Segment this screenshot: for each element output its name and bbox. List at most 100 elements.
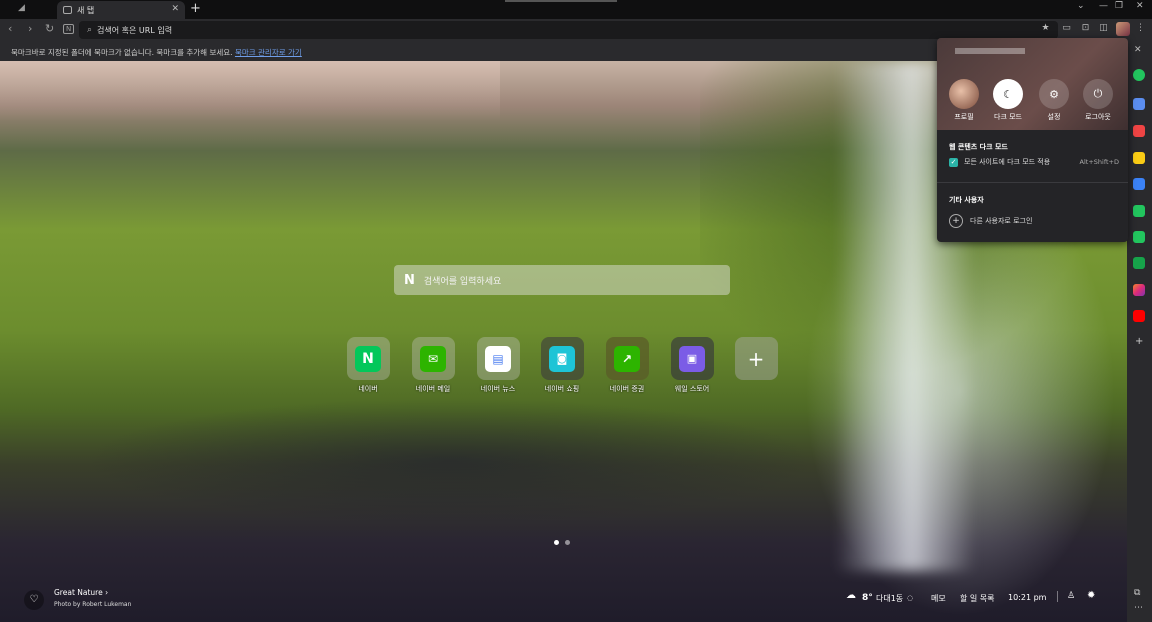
moon-icon: ☾ — [993, 79, 1023, 109]
profile-avatar-button[interactable] — [1116, 22, 1130, 36]
whale-logo-icon: ◢ — [18, 3, 25, 13]
popup-username — [951, 47, 1025, 55]
dark-mode-button[interactable]: ☾ 다크 모드 — [993, 79, 1023, 122]
dark-mode-all-sites-option[interactable]: ✓ 모든 사이트에 다크 모드 적용 Alt+Shift+D — [949, 157, 1119, 167]
back-icon[interactable]: ‹ — [8, 22, 12, 35]
split-view-icon[interactable]: ◫ — [1098, 23, 1109, 34]
login-other-user-option[interactable]: + 다른 사용자로 로그인 — [949, 214, 1032, 228]
plus-circle-icon: + — [949, 214, 963, 228]
shortcut-naver-mail[interactable]: ✉ 네이버 메일 — [401, 337, 465, 394]
forward-icon[interactable]: › — [28, 22, 32, 35]
heart-icon[interactable]: ♡ — [24, 590, 44, 610]
restore-icon[interactable]: ❐ — [1115, 1, 1123, 11]
close-window-icon[interactable]: ✕ — [1136, 1, 1144, 11]
profile-label: 프로필 — [954, 113, 974, 121]
search-box[interactable]: N 검색어를 입력하세요 — [394, 265, 730, 295]
profile-popup: 프로필 ☾ 다크 모드 ⚙ 설정 ⏻ 로그아웃 웹 콘텐츠 다크 모드 ✓ 모든… — [937, 38, 1128, 242]
dark-mode-shortcut: Alt+Shift+D — [1079, 158, 1119, 166]
new-tab-icon — [63, 6, 72, 14]
theme-bucket-icon[interactable]: ♙ — [1067, 591, 1075, 601]
reload-icon[interactable]: ↻ — [45, 22, 54, 35]
shopping-bag-icon: ◙ — [549, 345, 575, 372]
sidebar-app-icon[interactable] — [1133, 257, 1145, 269]
minimize-icon[interactable]: — — [1099, 1, 1108, 11]
settings-button[interactable]: ⚙ 설정 — [1039, 79, 1069, 122]
capture-icon[interactable]: ⊡ — [1080, 23, 1091, 34]
dark-mode-label: 다크 모드 — [994, 113, 1022, 121]
add-shortcut-button[interactable]: + — [724, 337, 788, 380]
sidebar-more-icon[interactable]: ⋯ — [1134, 603, 1143, 613]
plus-icon: + — [747, 346, 765, 371]
sidebar-external-icon[interactable]: ⧉ — [1134, 588, 1140, 598]
shortcut-naver-shopping[interactable]: ◙ 네이버 쇼핑 — [530, 337, 594, 394]
screen-capture-icon[interactable]: ▭ — [1061, 23, 1072, 34]
power-icon: ⏻ — [1083, 79, 1113, 109]
sidebar-app-icon[interactable] — [1133, 231, 1145, 243]
photo-credit: Photo by Robert Lukeman — [54, 601, 132, 608]
profile-button[interactable]: 프로필 — [949, 79, 979, 122]
login-other-user-label: 다른 사용자로 로그인 — [970, 217, 1033, 225]
checkbox-checked-icon[interactable]: ✓ — [949, 157, 958, 167]
tab-title: 새 탭 — [77, 5, 95, 15]
photo-title[interactable]: Great Nature › — [54, 588, 108, 597]
logout-label: 로그아웃 — [1085, 113, 1111, 121]
search-icon: ⌕ — [87, 25, 93, 35]
location-refresh-icon[interactable]: ◌ — [907, 594, 913, 602]
sidebar: ✕ + ⧉ ⋯ — [1127, 42, 1152, 622]
shortcut-label: 네이버 뉴스 — [480, 385, 516, 393]
sidebar-app-icon[interactable] — [1133, 98, 1145, 110]
shortcut-whale-store[interactable]: ▣ 웨일 스토어 — [660, 337, 724, 394]
settings-gear-icon[interactable]: ✹ — [1087, 590, 1095, 601]
address-bar[interactable]: ⌕ 검색어 혹은 URL 입력 — [79, 21, 1058, 39]
weather-temp[interactable]: 8° — [862, 593, 873, 603]
news-icon: ▤ — [485, 345, 511, 372]
memo-link[interactable]: 메모 — [931, 593, 946, 604]
dark-mode-option-label: 모든 사이트에 다크 모드 적용 — [964, 158, 1051, 166]
logout-button[interactable]: ⏻ 로그아웃 — [1083, 79, 1113, 122]
sidebar-app-icon[interactable] — [1133, 69, 1145, 81]
todo-link[interactable]: 할 일 목록 — [960, 593, 995, 604]
settings-label: 설정 — [1047, 113, 1061, 121]
mail-icon: ✉ — [420, 345, 446, 372]
shortcut-naver[interactable]: N 네이버 — [336, 337, 400, 394]
search-placeholder: 검색어를 입력하세요 — [423, 276, 502, 287]
new-tab-button[interactable]: + — [190, 1, 201, 16]
shortcut-label: 웨일 스토어 — [674, 385, 710, 393]
naver-icon: N — [355, 345, 381, 372]
other-users-title: 기타 사용자 — [949, 196, 984, 204]
shortcut-naver-news[interactable]: ▤ 네이버 뉴스 — [466, 337, 530, 394]
menu-icon[interactable]: ⋮ — [1135, 23, 1146, 34]
sidebar-app-icon[interactable] — [1133, 205, 1145, 217]
bookmark-bar-message: 북마크바로 지정된 폴더에 북마크가 없습니다. 북마크를 추가해 보세요. — [11, 48, 233, 57]
page-dot-active[interactable] — [554, 540, 559, 545]
stock-chart-icon: ↗ — [614, 345, 640, 372]
bookmark-star-icon[interactable]: ★ — [1040, 23, 1051, 34]
shortcut-naver-stock[interactable]: ↗ 네이버 증권 — [595, 337, 659, 394]
sidebar-add-icon[interactable]: + — [1135, 336, 1143, 347]
instagram-icon[interactable] — [1133, 284, 1145, 296]
naver-home-icon[interactable]: N — [63, 24, 75, 34]
shortcut-label: 네이버 쇼핑 — [544, 385, 580, 393]
bookmark-manager-link[interactable]: 북마크 관리자로 가기 — [235, 48, 302, 57]
clock[interactable]: 10:21 pm — [1008, 593, 1046, 602]
weather-cloud-icon: ☁ — [846, 590, 856, 601]
title-bar: ◢ 새 탭 ✕ + ⌄ — ❐ ✕ — [0, 0, 1152, 19]
shortcut-label: 네이버 증권 — [609, 385, 645, 393]
sidebar-app-icon[interactable] — [1133, 125, 1145, 137]
dark-section-title: 웹 콘텐츠 다크 모드 — [949, 143, 1008, 151]
tab-search-chevron-icon[interactable]: ⌄ — [1077, 1, 1085, 11]
popup-header: 프로필 ☾ 다크 모드 ⚙ 설정 ⏻ 로그아웃 — [937, 38, 1128, 130]
store-bag-icon: ▣ — [679, 345, 705, 372]
tab-close-icon[interactable]: ✕ — [171, 4, 179, 14]
sidebar-app-icon[interactable] — [1133, 152, 1145, 164]
page-dot[interactable] — [565, 540, 570, 545]
title-drag-strip — [505, 0, 617, 2]
divider — [937, 182, 1128, 183]
gear-icon: ⚙ — [1039, 79, 1069, 109]
tab-new-tab[interactable]: 새 탭 ✕ — [57, 1, 185, 19]
youtube-icon[interactable] — [1133, 310, 1145, 322]
shortcut-label: 네이버 — [358, 385, 378, 393]
sidebar-app-icon[interactable] — [1133, 178, 1145, 190]
sidebar-close-icon[interactable]: ✕ — [1134, 45, 1142, 55]
weather-location[interactable]: 다대1동 — [876, 593, 903, 604]
